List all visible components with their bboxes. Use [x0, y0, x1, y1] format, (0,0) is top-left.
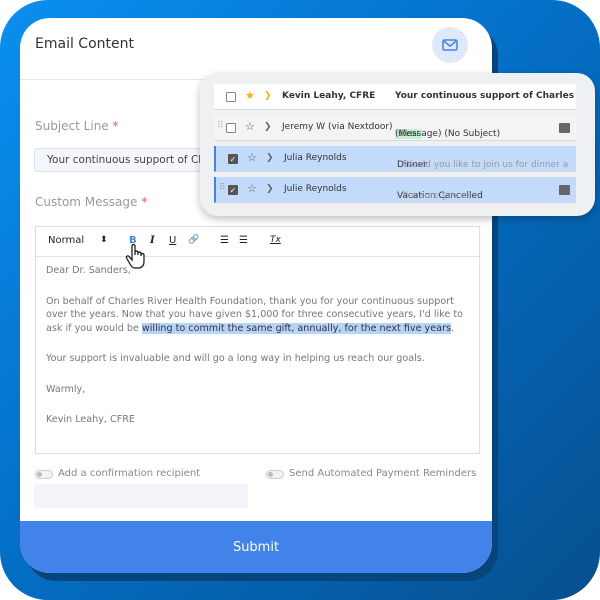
reminders-toggle[interactable]	[266, 470, 284, 479]
hand-cursor-icon	[125, 244, 145, 269]
star-icon[interactable]: ☆	[245, 120, 255, 133]
required-mark: *	[112, 119, 119, 133]
sender: Kevin Leahy, CFRE	[282, 91, 376, 101]
row-checkbox[interactable]	[226, 123, 236, 133]
rich-text-editor[interactable]: Normal ⬍ B I U 🔗 ☰ ☰ Tx Dear Dr. Sanders…	[35, 226, 480, 454]
clear-format-button[interactable]: Tx	[270, 235, 281, 245]
snippet: - N	[395, 129, 408, 139]
row-checkbox[interactable]	[226, 92, 236, 102]
format-select[interactable]: Normal	[48, 235, 84, 246]
mail-icon	[442, 39, 458, 51]
star-icon[interactable]: ☆	[247, 182, 257, 195]
message-label: Custom Message *	[35, 195, 147, 209]
row-checkbox-checked[interactable]: ✓	[228, 185, 238, 195]
paragraph: Your support is invaluable and will go a…	[46, 353, 425, 364]
snippet: - Would you like to join us for dinner a	[397, 160, 569, 170]
page-title: Email Content	[35, 36, 134, 52]
required-mark: *	[141, 195, 148, 209]
underline-button[interactable]: U	[169, 235, 176, 246]
link-button[interactable]: 🔗	[188, 235, 199, 245]
star-icon[interactable]: ☆	[247, 151, 257, 164]
message-label-text: Custom Message	[35, 195, 138, 209]
drag-handle-icon[interactable]: ⠿	[217, 121, 224, 131]
selected-text: willing to commit the same gift, annuall…	[141, 322, 451, 334]
confirmation-toggle[interactable]	[35, 470, 53, 479]
importance-icon[interactable]: ❯	[264, 122, 272, 132]
submit-button[interactable]: Submit	[20, 521, 492, 573]
sender: Julie Reynolds	[284, 184, 347, 194]
format-select-arrow-icon[interactable]: ⬍	[100, 235, 108, 245]
ordered-list-button[interactable]: ☰	[220, 235, 229, 246]
italic-button[interactable]: I	[150, 235, 155, 246]
inbox-row[interactable]: ★ ❯ Kevin Leahy, CFRE Your continuous su…	[214, 84, 576, 110]
importance-icon[interactable]: ❯	[266, 153, 274, 163]
mail-button[interactable]	[432, 27, 468, 63]
inbox-row[interactable]: ✓ ☆ ❯ Julia Reynolds Dinner - Would you …	[214, 146, 576, 172]
drag-handle-icon[interactable]: ⠿	[219, 183, 226, 193]
archive-icon[interactable]	[559, 123, 570, 133]
archive-icon[interactable]	[559, 185, 570, 195]
editor-toolbar: Normal ⬍ B I U 🔗 ☰ ☰ Tx	[36, 227, 479, 269]
subject: (Message) (No Subject)	[395, 129, 501, 139]
snippet: - I'm sure you c	[397, 191, 467, 201]
subject: Your continuous support of Charles River…	[395, 91, 576, 101]
star-icon-filled[interactable]: ★	[245, 89, 255, 102]
subject-label: Subject Line *	[35, 119, 119, 133]
inbox-row[interactable]: ⠿ ✓ ☆ ❯ Julie Reynolds Vacation Cancelle…	[214, 177, 576, 203]
confirmation-label: Add a confirmation recipient	[58, 468, 201, 479]
reminders-label: Send Automated Payment Reminders	[289, 468, 477, 479]
paragraph: On behalf of Charles River Health Founda…	[46, 295, 469, 336]
closing: Warmly,	[46, 383, 86, 395]
signature: Kevin Leahy, CFRE	[46, 414, 135, 425]
editor-body[interactable]: Dear Dr. Sanders, On behalf of Charles R…	[36, 257, 479, 451]
greeting: Dear Dr. Sanders,	[46, 265, 131, 276]
importance-icon[interactable]: ❯	[266, 184, 274, 194]
sender: Julia Reynolds	[284, 153, 347, 163]
paragraph-text: .	[450, 322, 455, 334]
bullet-list-button[interactable]: ☰	[239, 235, 248, 246]
sender: Jeremy W (via Nextdoor)	[282, 122, 393, 132]
inbox-row[interactable]: ⠿ ☆ ❯ Jeremy W (via Nextdoor) Social (Me…	[214, 115, 576, 141]
row-checkbox-checked[interactable]: ✓	[228, 154, 238, 164]
inbox-overlay: ★ ❯ Kevin Leahy, CFRE Your continuous su…	[200, 73, 595, 216]
confirmation-recipient-input[interactable]	[34, 484, 248, 508]
importance-icon[interactable]: ❯	[264, 91, 272, 101]
subject-label-text: Subject Line	[35, 119, 109, 133]
